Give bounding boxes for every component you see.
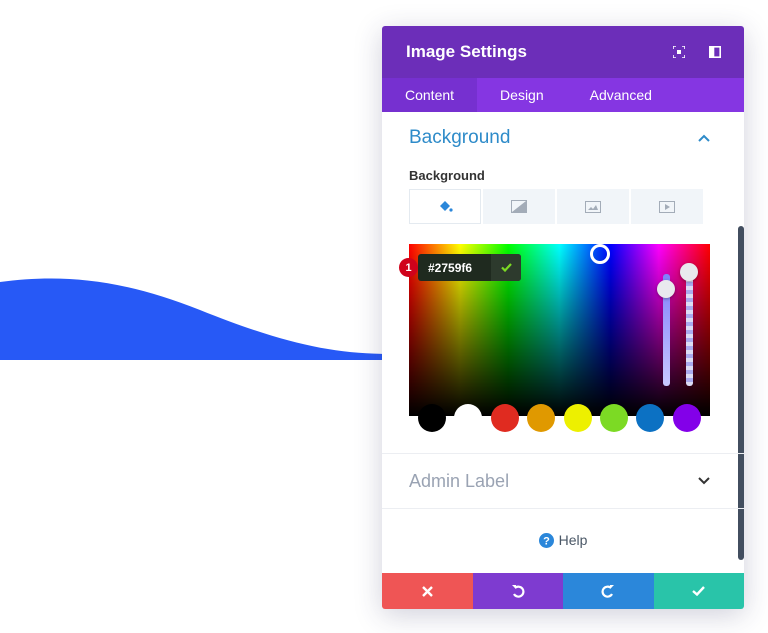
- paint-bucket-icon: [439, 200, 453, 212]
- swatch-orange[interactable]: [527, 404, 556, 432]
- focus-icon[interactable]: [672, 45, 686, 59]
- scrollbar[interactable]: [738, 226, 744, 560]
- help-link[interactable]: ? Help: [382, 532, 744, 548]
- background-section-header[interactable]: Background: [382, 112, 744, 164]
- spectrum-handle[interactable]: [590, 244, 610, 264]
- check-icon: [692, 586, 706, 596]
- bg-type-video[interactable]: [631, 189, 703, 224]
- chevron-up-icon: [698, 134, 710, 142]
- hex-value: #2759f6: [428, 260, 473, 275]
- close-icon: [421, 585, 433, 597]
- color-swatches: [418, 404, 709, 432]
- redo-icon: [601, 585, 615, 598]
- swatch-white[interactable]: [454, 404, 483, 432]
- image-settings-modal: Image Settings Content Design Advanced B…: [382, 26, 744, 609]
- bg-type-image[interactable]: [557, 189, 629, 224]
- modal-footer: [382, 573, 744, 609]
- undo-icon: [511, 585, 525, 598]
- undo-button[interactable]: [472, 573, 563, 609]
- section-title: Background: [409, 127, 511, 148]
- opacity-slider-knob[interactable]: [680, 263, 698, 281]
- blue-wave-shape: [0, 278, 390, 360]
- step-badge: 1: [399, 258, 418, 277]
- gradient-icon: [511, 200, 527, 213]
- opacity-slider[interactable]: [686, 266, 693, 386]
- image-icon: [585, 200, 601, 213]
- help-icon: ?: [538, 532, 554, 548]
- redo-button[interactable]: [563, 573, 654, 609]
- admin-label-title: Admin Label: [409, 470, 510, 491]
- field-label: Background: [409, 168, 485, 183]
- saturation-slider-knob[interactable]: [657, 280, 675, 298]
- save-button[interactable]: [653, 573, 744, 609]
- hex-input[interactable]: #2759f6: [418, 254, 521, 281]
- modal-title: Image Settings: [406, 42, 527, 61]
- chevron-down-icon: [698, 477, 710, 485]
- swatch-yellow[interactable]: [563, 404, 592, 432]
- swatch-red[interactable]: [490, 404, 519, 432]
- swatch-black[interactable]: [418, 404, 446, 432]
- swatch-purple[interactable]: [672, 404, 701, 432]
- cancel-button[interactable]: [382, 573, 473, 609]
- bg-type-gradient[interactable]: [483, 189, 555, 224]
- tab-advanced[interactable]: Advanced: [567, 78, 675, 112]
- background-type-selector: [409, 189, 744, 224]
- modal-header: Image Settings: [382, 26, 744, 78]
- swatch-blue[interactable]: [636, 404, 665, 432]
- admin-label-section-header[interactable]: Admin Label: [382, 454, 744, 508]
- check-icon: [500, 263, 512, 272]
- tab-design[interactable]: Design: [477, 78, 567, 112]
- sidebar-toggle-icon[interactable]: [708, 45, 722, 59]
- help-label: Help: [558, 532, 588, 548]
- svg-text:?: ?: [543, 535, 550, 547]
- tab-content[interactable]: Content: [382, 78, 478, 112]
- video-icon: [659, 200, 675, 213]
- divider: [382, 508, 744, 509]
- tab-bar: Content Design Advanced: [382, 78, 744, 112]
- swatch-green[interactable]: [599, 404, 628, 432]
- bg-type-color[interactable]: [409, 189, 481, 224]
- hex-confirm-button[interactable]: [491, 254, 521, 281]
